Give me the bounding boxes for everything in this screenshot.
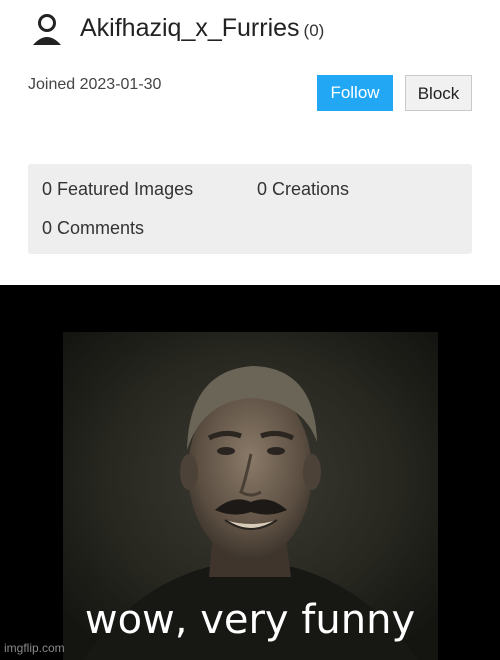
- block-button[interactable]: Block: [405, 75, 472, 111]
- follow-button[interactable]: Follow: [317, 75, 393, 111]
- meme-caption: wow, very funny: [84, 597, 416, 643]
- profile-stats: 0 Featured Images 0 Creations 0 Comments: [28, 164, 472, 254]
- username-count: (0): [303, 21, 325, 40]
- imgflip-watermark: imgflip.com: [4, 641, 65, 655]
- username-text: Akifhaziq_x_Furries: [80, 14, 300, 42]
- comments-link[interactable]: 0 Comments: [42, 218, 144, 239]
- user-icon: [33, 14, 61, 45]
- creations-link[interactable]: 0 Creations: [257, 179, 349, 200]
- profile-username: Akifhaziq_x_Furries (0): [80, 14, 324, 43]
- featured-images-link[interactable]: 0 Featured Images: [42, 179, 193, 200]
- joined-date: Joined 2023-01-30: [28, 76, 162, 93]
- profile-header: Akifhaziq_x_Furries (0) Joined 2023-01-30…: [0, 0, 500, 285]
- meme-panel: wow, very funny imgflip.com: [0, 285, 500, 660]
